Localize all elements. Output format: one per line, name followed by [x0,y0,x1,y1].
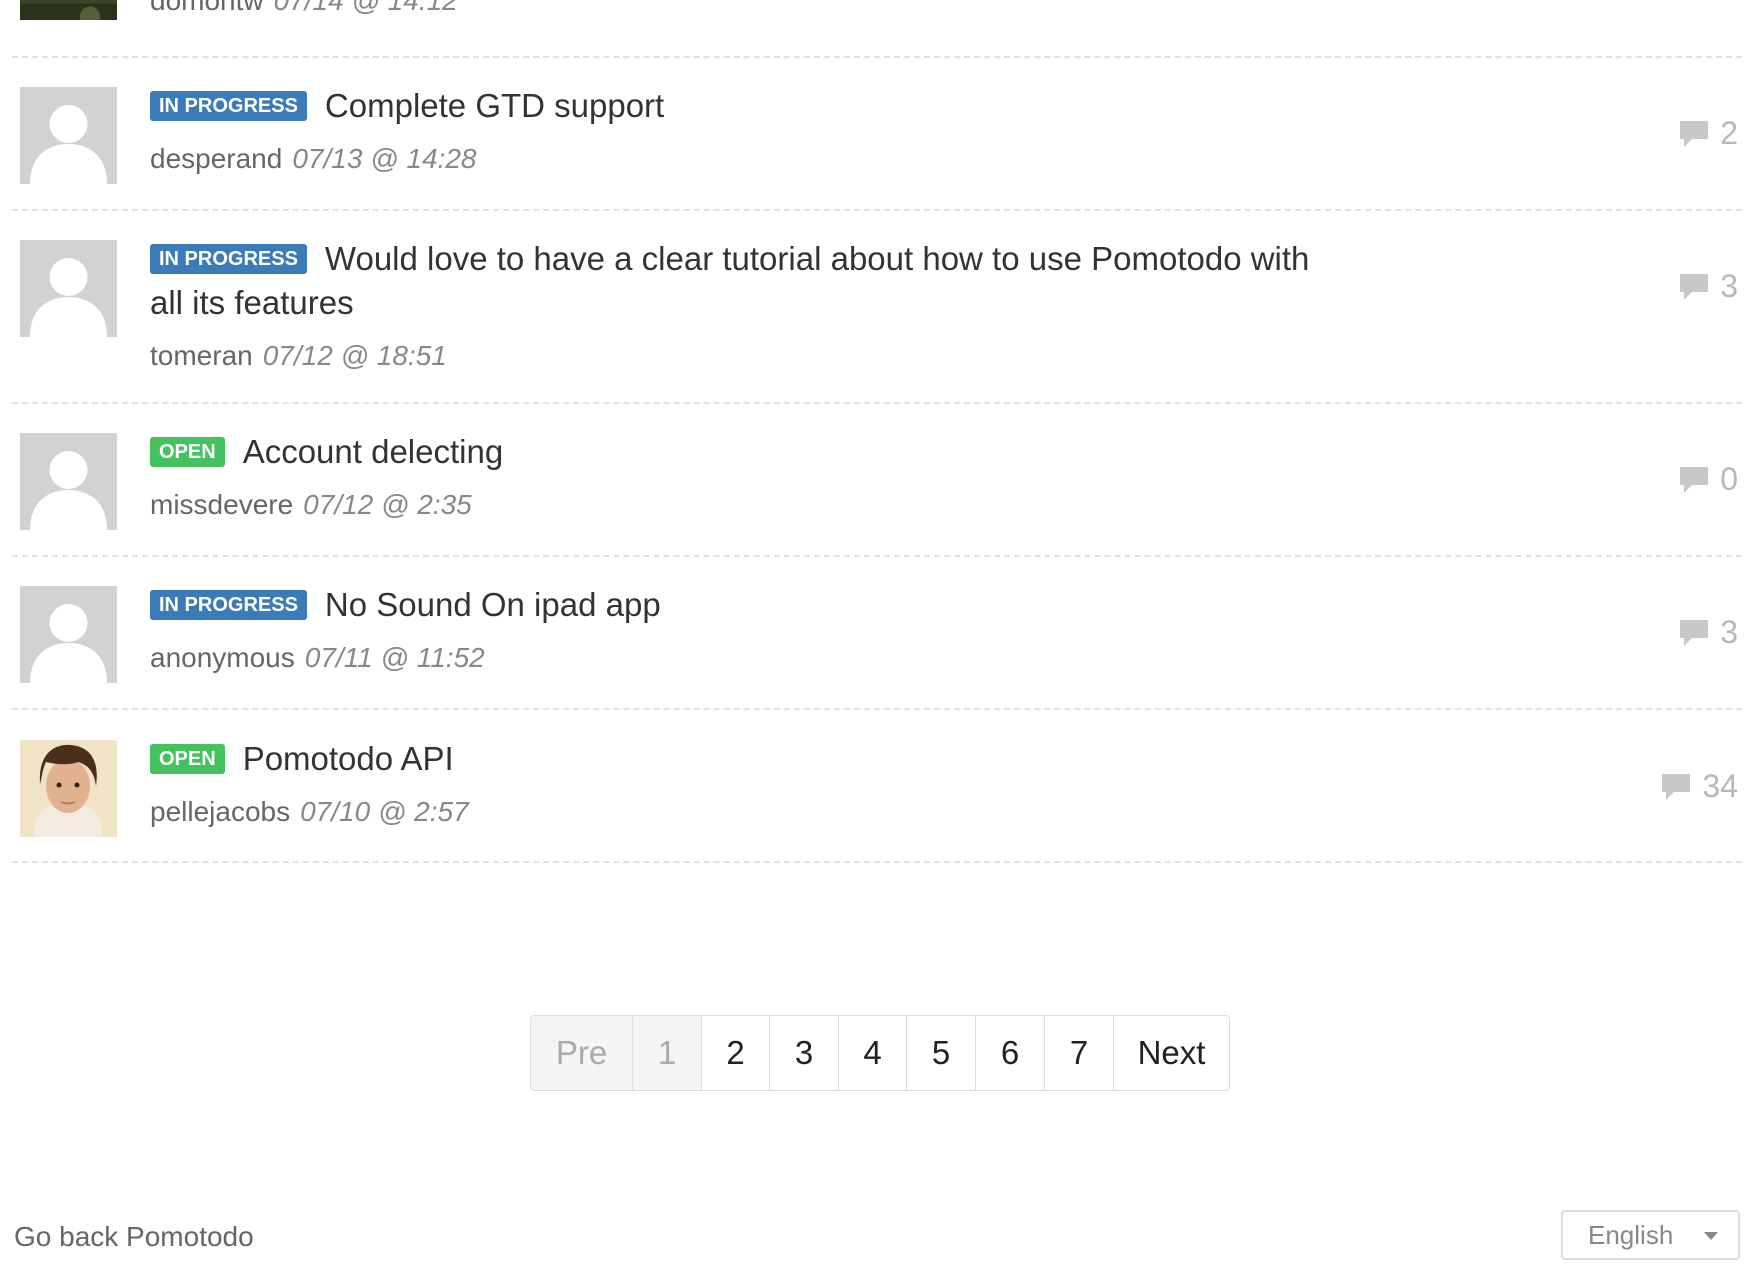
avatar[interactable] [20,740,117,837]
post-date: 07/11 @ 11:52 [304,642,485,673]
topic-content: OPEN Pomotodo API pellejacobs 07/10 @ 2:57 [150,737,1340,829]
topic-title[interactable]: Would love to have a clear tutorial abou… [150,240,1309,321]
post-date: 07/13 @ 14:28 [292,143,477,174]
page-1-button: 1 [633,1016,702,1090]
divider [12,555,1742,557]
post-date: 07/12 @ 2:35 [303,489,472,520]
comment-icon [1662,774,1691,800]
comment-icon [1680,467,1709,493]
next-page-button[interactable]: Next [1114,1016,1229,1090]
user-photo-icon [20,740,117,837]
comment-icon [1680,620,1709,646]
default-avatar-icon [20,240,117,337]
comment-count-value: 3 [1720,614,1738,650]
avatar[interactable] [20,586,117,683]
divider [12,708,1742,710]
comment-icon [1680,274,1709,300]
status-badge: OPEN [150,437,225,467]
status-badge: IN PROGRESS [150,91,307,121]
pagination: Pre 1 2 3 4 5 6 7 Next [530,1015,1230,1091]
status-badge: IN PROGRESS [150,590,307,620]
default-avatar-icon [20,87,117,184]
comment-count-value: 2 [1720,115,1738,151]
page-3-button[interactable]: 3 [770,1016,839,1090]
topic-content: IN PROGRESS Would love to have a clear tu… [150,237,1340,373]
post-date: 07/14 @ 14:12 [273,0,458,16]
status-badge: IN PROGRESS [150,244,307,274]
prev-page-button: Pre [531,1016,633,1090]
default-avatar-icon [20,586,117,683]
author-name[interactable]: missdevere [150,489,293,520]
avatar[interactable] [20,87,117,184]
author-name[interactable]: pellejacobs [150,796,290,827]
topic-meta: domontw 07/14 @ 14:12 [150,0,1340,18]
avatar[interactable] [20,240,117,337]
post-date: 07/12 @ 18:51 [262,340,447,371]
language-select[interactable]: English [1561,1210,1740,1260]
avatar[interactable] [20,433,117,530]
comment-count[interactable]: 2 [1678,113,1738,153]
divider [12,402,1742,404]
topic-title[interactable]: No Sound On ipad app [325,586,661,623]
post-date: 07/10 @ 2:57 [300,796,469,827]
comment-count[interactable]: 3 [1678,266,1738,306]
avatar-photo-icon [20,0,117,20]
author-name[interactable]: domontw [150,0,264,16]
topic-content: IN PROGRESS Complete GTD support desperan… [150,84,1340,176]
comment-count-value: 3 [1720,268,1738,304]
comment-count[interactable]: 0 [1678,459,1738,499]
page-2-button[interactable]: 2 [702,1016,770,1090]
topic-title[interactable]: Account delecting [243,433,504,470]
page-4-button[interactable]: 4 [839,1016,907,1090]
author-name[interactable]: desperand [150,143,282,174]
default-avatar-icon [20,433,117,530]
comment-count[interactable]: 3 [1678,612,1738,652]
status-badge: OPEN [150,744,225,774]
comment-count-value: 34 [1702,768,1738,804]
divider [12,209,1742,211]
divider [12,56,1742,58]
go-back-link[interactable]: Go back Pomotodo [14,1221,254,1253]
topic-title[interactable]: Complete GTD support [325,87,664,124]
topic-content: OPEN Account delecting missdevere 07/12 @ … [150,430,1340,522]
page-5-button[interactable]: 5 [907,1016,976,1090]
topic-content: IN PROGRESS No Sound On ipad app anonymou… [150,583,1340,675]
comment-icon [1680,121,1709,147]
comment-count-value: 0 [1720,461,1738,497]
page-6-button[interactable]: 6 [976,1016,1045,1090]
author-name[interactable]: anonymous [150,642,295,673]
chevron-down-icon [1704,1232,1718,1240]
comment-count[interactable]: 34 [1660,766,1738,806]
author-name[interactable]: tomeran [150,340,253,371]
topic-title[interactable]: Pomotodo API [243,740,454,777]
divider [12,861,1742,863]
language-value: English [1588,1220,1674,1250]
avatar[interactable] [20,0,117,20]
page-7-button[interactable]: 7 [1045,1016,1114,1090]
